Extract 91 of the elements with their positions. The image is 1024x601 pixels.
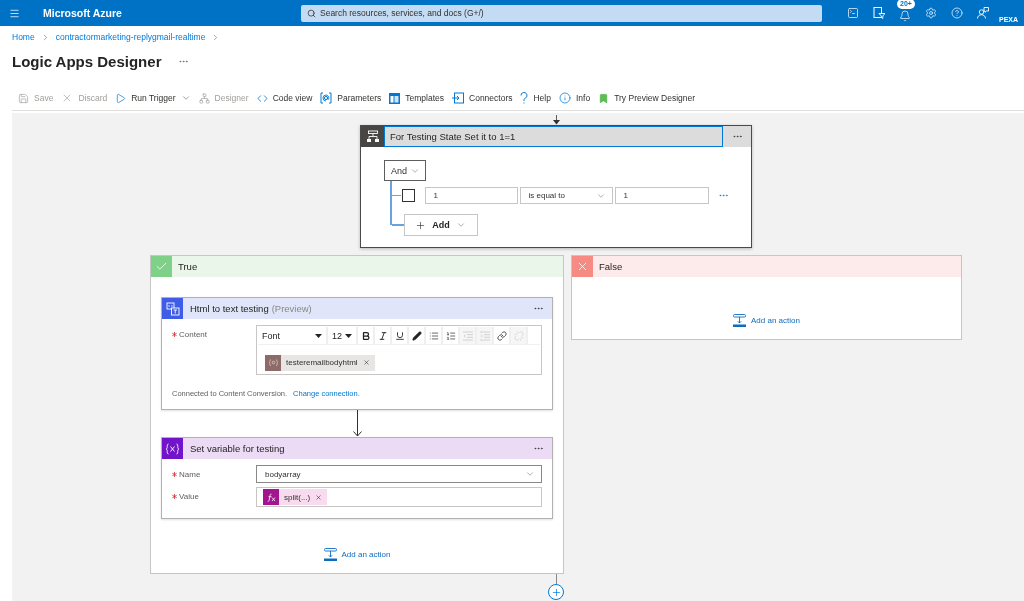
connector-line [555, 574, 557, 584]
branch-label: False [599, 261, 623, 272]
input-field[interactable]: 1 [424, 187, 518, 204]
parameters-button[interactable]: Parameters [316, 86, 386, 110]
outdent-icon [462, 330, 473, 341]
bold-icon [360, 330, 371, 341]
pen-icon [411, 330, 422, 341]
table-icon [389, 92, 401, 104]
condition-icon [361, 126, 384, 147]
info-icon [558, 92, 571, 104]
breadcrumb-link[interactable]: contractormarketing-replygmail-realtime [55, 32, 206, 42]
help-button[interactable]: Help [516, 86, 555, 110]
play-icon [115, 92, 127, 104]
token-chip[interactable]: testeremailbodyhtml [265, 354, 375, 371]
branch-label: True [178, 261, 198, 272]
add-action-icon [323, 547, 337, 561]
close-icon [362, 359, 370, 366]
action-title: Set variable for testing [190, 443, 285, 454]
bookmark-icon [598, 92, 610, 104]
action-title: Html to text testing [190, 303, 269, 314]
unlink-icon [513, 330, 524, 341]
function-icon [263, 489, 279, 505]
link-icon [496, 330, 507, 341]
remove-token-button[interactable] [315, 493, 323, 501]
field-label: Content [179, 329, 208, 339]
numbered-list-icon [445, 330, 456, 341]
rich-text-editor[interactable]: Font 12 testeremailbodyhtml [256, 325, 542, 375]
variable-token-icon [265, 354, 281, 371]
underline-icon [394, 330, 405, 341]
plus-icon [550, 586, 562, 598]
condition-card[interactable]: For Testing State Set it to 1=1 And 1 is equal to 1 Add [360, 125, 752, 248]
add-action-icon [733, 313, 747, 327]
help-icon[interactable] [951, 7, 963, 19]
menu-icon[interactable] [9, 7, 20, 19]
search-field[interactable]: Search resources, services, and docs (G+/) [301, 4, 822, 22]
connectors-button[interactable]: Connectors [448, 86, 517, 110]
token-chip[interactable]: split(...) [263, 489, 328, 505]
search-icon [307, 8, 316, 18]
code-button[interactable]: Code view [252, 86, 317, 110]
network-icon [198, 92, 210, 104]
preview-tag: (Preview) [271, 303, 312, 314]
chevron-down-icon [525, 469, 535, 479]
remove-token-button[interactable] [362, 359, 370, 366]
notifications-icon[interactable] [899, 9, 911, 22]
add-step-button[interactable] [548, 584, 564, 600]
step-title-field[interactable]: For Testing State Set it to 1=1 [384, 126, 723, 147]
chevron-down-icon [455, 220, 466, 230]
arrow-connector [551, 115, 561, 125]
input-field[interactable]: split(...) [256, 487, 542, 507]
operator-select[interactable]: is equal to [519, 187, 613, 204]
variable-icon [162, 438, 183, 459]
add-button[interactable]: Add [403, 214, 478, 236]
field-label: Value [179, 491, 199, 501]
save-icon [18, 92, 29, 104]
plus-icon [415, 219, 427, 231]
add-action-button[interactable]: Add an action [323, 547, 391, 561]
book-filter-icon[interactable] [873, 7, 885, 19]
link-button[interactable] [494, 327, 511, 344]
brand-name[interactable]: Microsoft Azure [43, 7, 122, 19]
arrow-into-box-icon [452, 92, 464, 104]
italic-icon [377, 330, 388, 341]
caret-down-icon [315, 333, 322, 338]
arrow-connector [352, 410, 362, 437]
question-mark-icon [520, 92, 529, 104]
person-speech-icon[interactable] [977, 7, 989, 19]
input-field[interactable]: 1 [614, 187, 709, 204]
run-button[interactable]: Run Trigger [111, 86, 195, 110]
settings-icon[interactable] [925, 7, 937, 19]
preview-button[interactable]: Try Preview Designer [594, 86, 700, 110]
action-card[interactable]: Set variable for testing Name bodyarray Value split(...) [161, 437, 553, 519]
terminal-icon[interactable] [847, 7, 859, 19]
code-icon [256, 92, 268, 104]
field-label: Name [179, 469, 201, 479]
info-button[interactable]: Info [554, 86, 595, 110]
breadcrumb-link[interactable]: Home [12, 32, 35, 42]
bracket-at-sign-icon [320, 92, 333, 104]
bullet-list-icon [428, 330, 439, 341]
token-label: testeremailbodyhtml [286, 358, 358, 367]
indent-icon [479, 330, 490, 341]
group-operator-select[interactable]: And [384, 160, 426, 181]
checkbox[interactable] [401, 189, 415, 202]
numbered-list-button[interactable] [443, 327, 460, 344]
templates-button[interactable]: Templates [385, 86, 448, 110]
font-color-button[interactable] [409, 327, 426, 344]
page-title: Logic Apps Designer [12, 52, 162, 70]
add-action-button[interactable]: Add an action [733, 313, 800, 327]
caret-down-icon [345, 333, 352, 338]
close-icon [315, 493, 323, 501]
token-label: split(...) [284, 492, 311, 502]
html-to-text-icon [162, 298, 183, 319]
dropdown-field[interactable]: bodyarray [256, 465, 542, 483]
